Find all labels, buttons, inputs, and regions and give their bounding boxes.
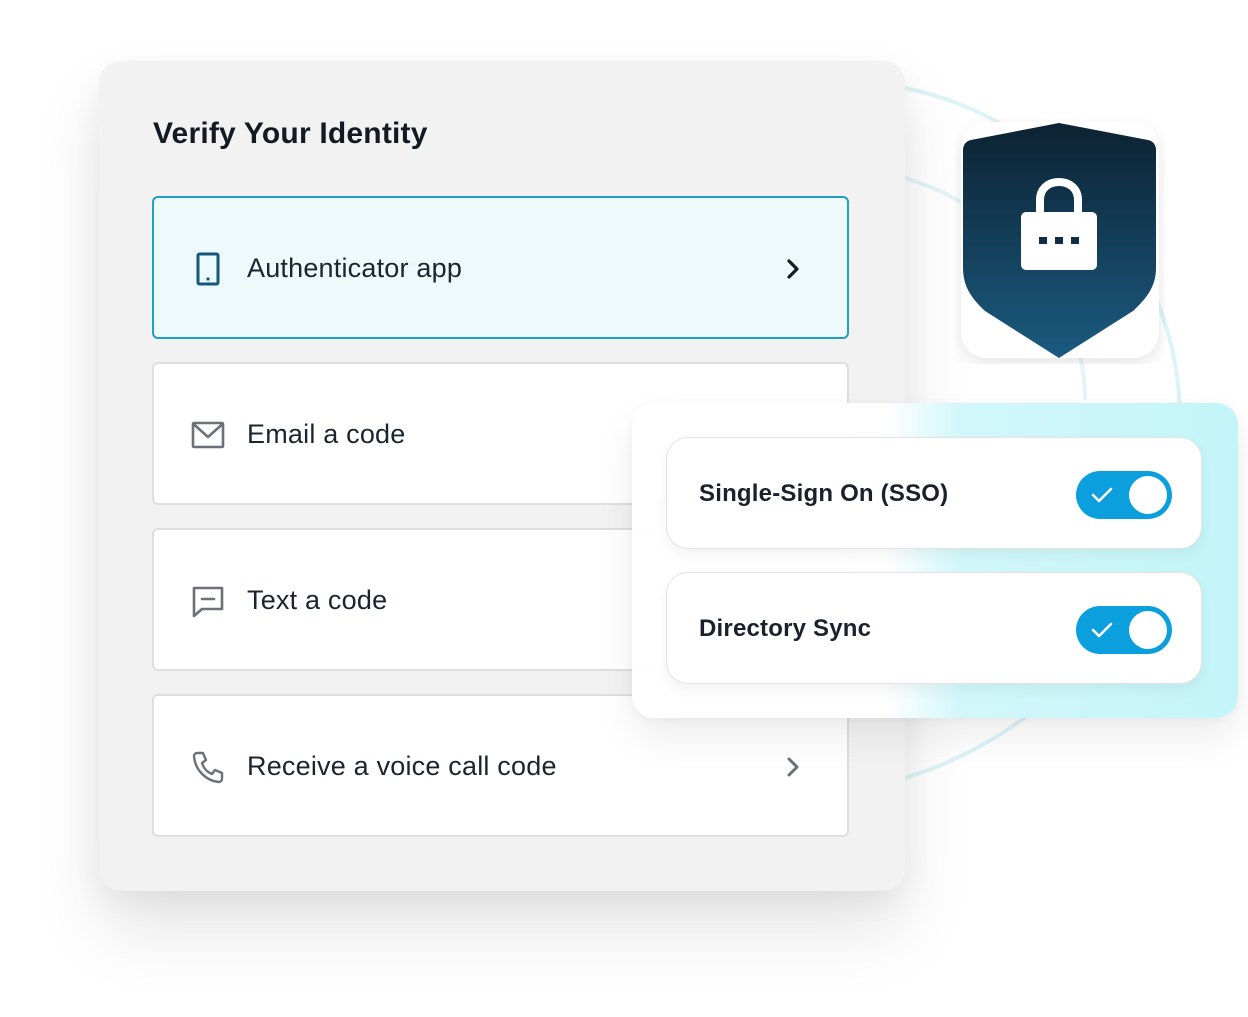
option-label: Authenticator app: [247, 253, 463, 283]
chevron-right-icon: [787, 259, 799, 279]
toggle-label: Single-Sign On (SSO): [699, 480, 949, 507]
option-label: Text a code: [247, 585, 388, 615]
message-icon: [192, 586, 224, 618]
integrations-panel: Single-Sign On (SSO) Directory Sync: [632, 403, 1238, 718]
check-icon: [1091, 487, 1113, 503]
toggle-knob: [1129, 476, 1167, 514]
security-shield: [955, 118, 1165, 364]
option-authenticator-app[interactable]: Authenticator app: [152, 196, 849, 339]
chevron-right-icon: [787, 757, 799, 777]
envelope-icon: [191, 421, 225, 449]
sso-toggle-switch[interactable]: [1076, 471, 1172, 519]
lock-shield-icon: [961, 122, 1159, 358]
toggle-row-directory-sync: Directory Sync: [666, 572, 1202, 684]
toggle-label: Directory Sync: [699, 615, 872, 642]
toggle-row-sso: Single-Sign On (SSO): [666, 437, 1202, 549]
phone-call-icon: [192, 751, 224, 784]
toggle-knob: [1129, 611, 1167, 649]
phone-icon: [196, 252, 220, 286]
option-label: Receive a voice call code: [247, 751, 557, 781]
option-label: Email a code: [247, 419, 406, 449]
check-icon: [1091, 622, 1113, 638]
page-title: Verify Your Identity: [153, 117, 428, 150]
stage: Verify Your Identity Authenticator app E…: [0, 0, 1248, 1017]
directory-sync-toggle-switch[interactable]: [1076, 606, 1172, 654]
